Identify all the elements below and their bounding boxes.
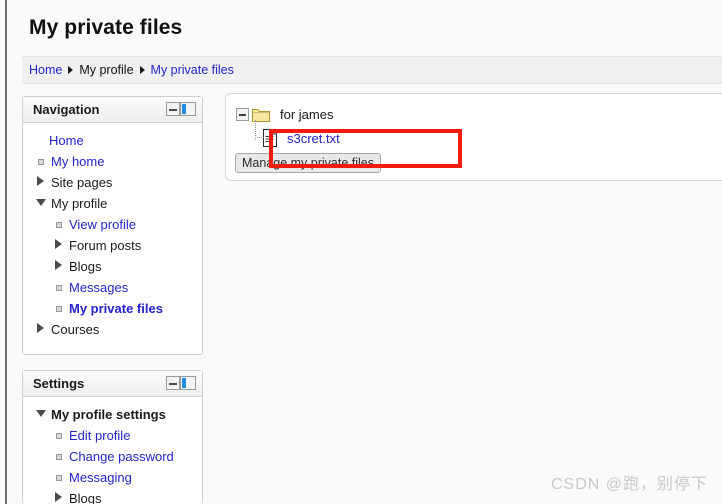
navigation-block-header: Navigation (23, 97, 202, 123)
bullet-square-icon (53, 427, 69, 445)
tree-connector-line (255, 137, 264, 138)
sidebar-item-courses[interactable]: Courses (33, 319, 198, 340)
tree-row-file[interactable]: s3cret.txt (236, 120, 722, 150)
sidebar-item-label: My profile (51, 196, 108, 211)
sidebar-item-messages[interactable]: Messages (33, 277, 198, 298)
collapse-folder-icon[interactable] (236, 107, 249, 121)
sidebar-item-label: Home (49, 133, 84, 148)
chevron-right-icon[interactable] (35, 174, 51, 192)
chevron-down-icon[interactable] (35, 406, 51, 424)
dock-block-icon[interactable] (180, 376, 196, 390)
manage-my-private-files-button[interactable]: Manage my private files (235, 153, 382, 173)
sidebar-item-my-profile[interactable]: My profile (33, 193, 198, 214)
chevron-right-icon[interactable] (53, 490, 69, 504)
sidebar-item-my-profile-settings[interactable]: My profile settings (33, 404, 198, 425)
settings-block-controls (166, 376, 196, 390)
tree-row-folder[interactable]: for james (236, 102, 722, 126)
hide-block-icon[interactable] (166, 376, 180, 390)
page-frame: My private files Home My profile My priv… (5, 0, 722, 504)
settings-block-header: Settings (23, 371, 202, 397)
sidebar-item-change-password[interactable]: Change password (33, 446, 198, 467)
sidebar-item-label: Edit profile (69, 428, 131, 443)
sidebar-item-label: My private files (69, 301, 163, 316)
breadcrumb: Home My profile My private files (22, 56, 722, 84)
chevron-right-icon[interactable] (53, 258, 69, 276)
screenshot-root: My private files Home My profile My priv… (0, 0, 722, 504)
chevron-down-icon[interactable] (35, 195, 51, 213)
sidebar-item-label: Messages (69, 280, 129, 295)
settings-block: Settings My profile settings Edit profil… (22, 370, 203, 504)
breadcrumb-separator-icon (139, 65, 145, 74)
sidebar-item-label: Site pages (51, 175, 113, 190)
navigation-block-controls (166, 102, 196, 116)
sidebar-item-label: Messaging (69, 470, 132, 485)
sidebar-item-label: Blogs (69, 259, 102, 274)
watermark: CSDN @跑，别停下 (550, 476, 708, 493)
sidebar-item-label: My profile settings (51, 407, 166, 422)
sidebar-item-label: My home (51, 154, 105, 169)
bullet-square-icon (53, 448, 69, 466)
chevron-right-icon[interactable] (53, 237, 69, 255)
sidebar-item-blogs[interactable]: Blogs (33, 488, 198, 504)
hide-block-icon[interactable] (166, 102, 180, 116)
navigation-block-title: Navigation (33, 102, 100, 117)
sidebar-item-label: Blogs (69, 491, 102, 504)
navigation-block-body: Home My home Site pages My profile View … (23, 123, 202, 348)
bullet-square-icon (53, 216, 69, 234)
bullet-square-icon (53, 300, 69, 318)
sidebar-item-label: View profile (69, 217, 136, 232)
breadcrumb-separator-icon (68, 65, 74, 74)
page-header: My private files (14, 0, 722, 55)
sidebar-item-label: Courses (51, 322, 100, 337)
bullet-square-icon (53, 279, 69, 297)
folder-name: for james (280, 106, 334, 122)
file-tree: for james s3cret.txt (226, 94, 722, 150)
settings-block-title: Settings (33, 376, 85, 391)
breadcrumb-item-my-profile: My profile (79, 63, 134, 77)
sidebar-item-view-profile[interactable]: View profile (33, 214, 198, 235)
sidebar-item-blogs[interactable]: Blogs (33, 256, 198, 277)
sidebar-item-label: Forum posts (69, 238, 142, 253)
bullet-square-icon (53, 469, 69, 487)
text-file-icon (263, 129, 277, 147)
bullet-square-icon (35, 153, 51, 171)
file-name[interactable]: s3cret.txt (287, 131, 340, 146)
breadcrumb-item-my-private-files[interactable]: My private files (151, 63, 234, 77)
dock-block-icon[interactable] (180, 102, 196, 116)
sidebar-item-home[interactable]: Home (33, 130, 198, 151)
navigation-block: Navigation Home My home Site pages My pr… (22, 96, 203, 355)
sidebar-item-forum-posts[interactable]: Forum posts (33, 235, 198, 256)
page-title: My private files (29, 16, 183, 39)
sidebar-item-my-home[interactable]: My home (33, 151, 198, 172)
sidebar-item-messaging[interactable]: Messaging (33, 467, 198, 488)
sidebar-item-edit-profile[interactable]: Edit profile (33, 425, 198, 446)
breadcrumb-item-home[interactable]: Home (29, 63, 62, 77)
chevron-right-icon[interactable] (35, 321, 51, 339)
settings-block-body: My profile settings Edit profile Change … (23, 397, 202, 504)
sidebar-item-site-pages[interactable]: Site pages (33, 172, 198, 193)
sidebar-item-my-private-files[interactable]: My private files (33, 298, 198, 319)
sidebar-item-label: Change password (69, 449, 174, 464)
